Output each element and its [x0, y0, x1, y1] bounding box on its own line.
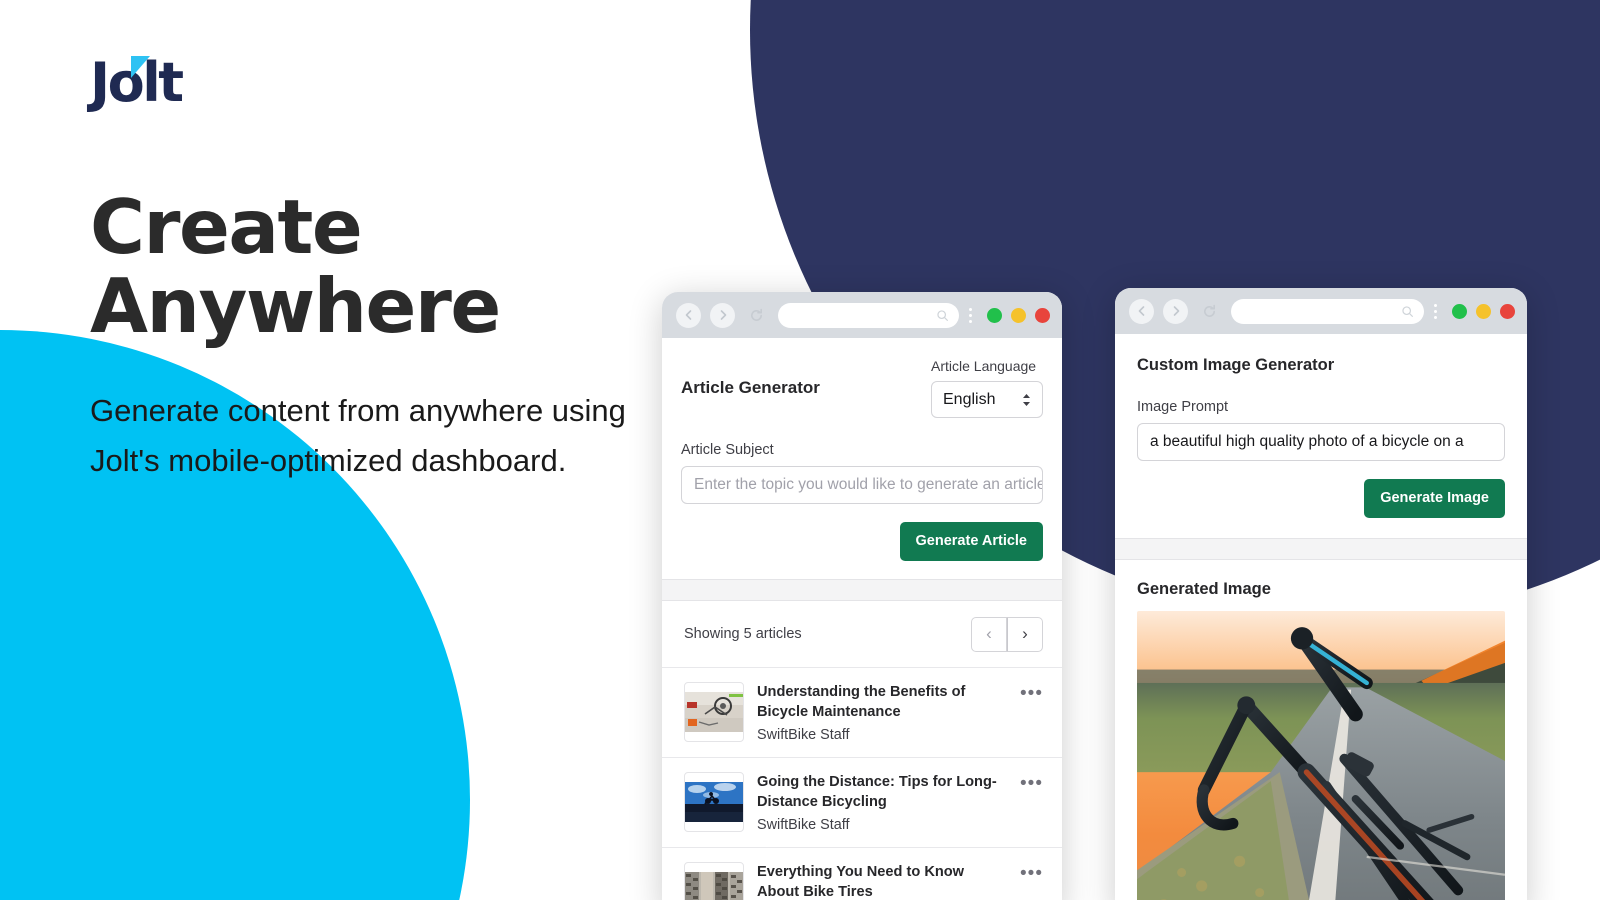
hero-copy-block: Jolt Create Anywhere Generate content fr…: [90, 50, 730, 486]
browser-window-image-generator: Custom Image Generator Image Prompt a be…: [1115, 288, 1527, 900]
poster-canvas: Jolt Create Anywhere Generate content fr…: [0, 0, 1600, 900]
article-info: Everything You Need to Know About Bike T…: [757, 862, 1007, 900]
table-row[interactable]: Going the Distance: Tips for Long-Distan…: [662, 756, 1062, 847]
forward-button[interactable]: [710, 302, 735, 328]
article-subject-input[interactable]: Enter the topic you would like to genera…: [681, 466, 1043, 504]
pagination: ‹ ›: [971, 616, 1043, 652]
article-thumbnail: [684, 771, 744, 832]
minimize-dot[interactable]: [1476, 303, 1491, 319]
pagination-prev-button[interactable]: ‹: [971, 616, 1007, 652]
search-icon: [1402, 305, 1413, 317]
pagination-next-button[interactable]: ›: [1007, 616, 1043, 652]
generate-image-button[interactable]: Generate Image: [1364, 479, 1505, 518]
language-field: Article Language English: [931, 358, 1043, 418]
window-controls: [1452, 303, 1515, 319]
article-thumbnail: [684, 862, 744, 900]
hero-subcopy: Generate content from anywhere using Jol…: [90, 392, 626, 478]
browser-window-article-generator: Article Generator Article Language Engli…: [662, 292, 1062, 900]
page-title: Create Anywhere: [90, 183, 501, 350]
back-button[interactable]: [1129, 298, 1154, 324]
generator-title: Article Generator: [681, 378, 820, 397]
reload-icon[interactable]: [1197, 299, 1222, 324]
section-divider: [662, 578, 1062, 601]
article-title: Going the Distance: Tips for Long-Distan…: [757, 773, 997, 810]
browser-chrome: [1115, 288, 1527, 334]
table-row[interactable]: Understanding the Benefits of Bicycle Ma…: [662, 666, 1062, 757]
article-info: Understanding the Benefits of Bicycle Ma…: [757, 682, 1007, 743]
window-controls: [987, 307, 1050, 323]
row-menu-icon[interactable]: •••: [1020, 682, 1043, 703]
logo-flag-icon: [131, 56, 150, 78]
maximize-dot[interactable]: [987, 307, 1002, 323]
url-bar[interactable]: [778, 302, 959, 328]
kebab-menu-icon[interactable]: [1433, 303, 1437, 319]
browser-chrome: [662, 292, 1062, 338]
article-title: Understanding the Benefits of Bicycle Ma…: [757, 683, 966, 720]
row-menu-icon[interactable]: •••: [1020, 772, 1043, 793]
minimize-dot[interactable]: [1011, 307, 1026, 323]
generated-image-heading: Generated Image: [1137, 579, 1271, 598]
language-select[interactable]: English: [931, 381, 1043, 418]
jolt-logo: Jolt: [90, 50, 290, 116]
maximize-dot[interactable]: [1452, 303, 1467, 319]
search-icon: [937, 309, 948, 321]
article-author: SwiftBike Staff: [757, 817, 850, 833]
image-prompt-input[interactable]: a beautiful high quality photo of a bicy…: [1137, 423, 1505, 461]
chevron-updown-icon: [1022, 393, 1031, 407]
section-divider: [1115, 537, 1527, 560]
generator-header: Article Generator Article Language Engli…: [681, 358, 1043, 418]
table-row[interactable]: Everything You Need to Know About Bike T…: [662, 847, 1062, 900]
row-menu-icon[interactable]: •••: [1020, 862, 1043, 883]
image-generator-panel: Custom Image Generator Image Prompt a be…: [1115, 334, 1527, 538]
back-button[interactable]: [676, 302, 701, 328]
generate-article-row: Generate Article: [681, 522, 1043, 561]
language-label: Article Language: [931, 358, 1037, 374]
article-thumbnail: [684, 681, 744, 742]
subject-label: Article Subject: [681, 442, 774, 458]
article-list-header: Showing 5 articles ‹ ›: [662, 601, 1062, 667]
image-prompt-label: Image Prompt: [1137, 399, 1229, 415]
generator-title: Custom Image Generator: [1137, 356, 1335, 374]
close-dot[interactable]: [1035, 307, 1050, 323]
article-generator-panel: Article Generator Article Language Engli…: [662, 338, 1062, 579]
article-info: Going the Distance: Tips for Long-Distan…: [757, 772, 1007, 833]
generated-image-container: [1115, 610, 1527, 900]
generated-image: [1137, 610, 1505, 900]
generate-image-row: Generate Image: [1137, 479, 1505, 518]
url-bar[interactable]: [1231, 298, 1424, 324]
article-title: Everything You Need to Know About Bike T…: [757, 864, 965, 900]
logo-wordmark: Jolt: [90, 51, 184, 114]
language-selected-value: English: [943, 390, 996, 408]
showing-count-label: Showing 5 articles: [684, 626, 802, 642]
forward-button[interactable]: [1163, 298, 1188, 324]
generate-article-button[interactable]: Generate Article: [899, 522, 1043, 561]
close-dot[interactable]: [1500, 303, 1515, 319]
kebab-menu-icon[interactable]: [968, 307, 972, 323]
article-author: SwiftBike Staff: [757, 726, 850, 743]
reload-icon[interactable]: [744, 303, 769, 328]
